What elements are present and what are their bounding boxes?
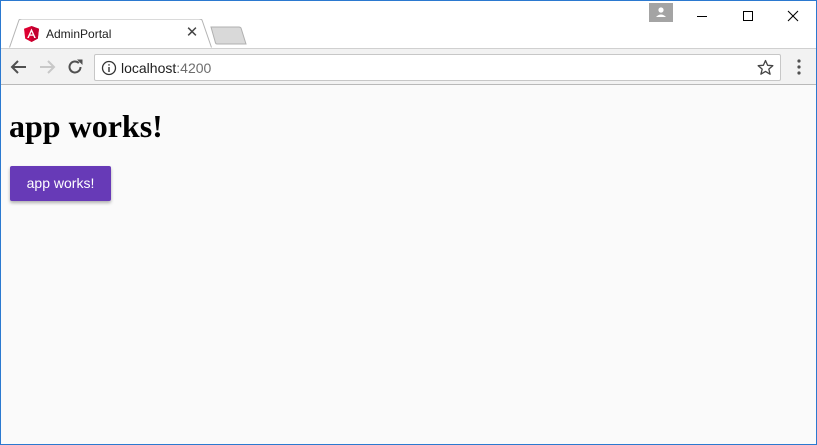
maximize-button[interactable] (725, 1, 771, 31)
url-text[interactable]: localhost:4200 (121, 60, 211, 76)
star-icon[interactable] (757, 59, 774, 76)
browser-window: AdminPortal ✕ localhost:4200 app works! … (0, 0, 817, 445)
tab-title: AdminPortal (46, 27, 112, 41)
tab-strip: AdminPortal ✕ (1, 1, 816, 49)
kebab-menu-icon[interactable] (791, 57, 807, 77)
url-port: :4200 (176, 60, 212, 76)
minimize-button[interactable] (679, 1, 725, 31)
browser-tab[interactable]: AdminPortal ✕ (9, 19, 215, 49)
close-window-button[interactable] (770, 1, 816, 31)
forward-arrow-icon[interactable] (37, 57, 57, 77)
app-works-button[interactable]: app works! (10, 166, 111, 201)
browser-toolbar: localhost:4200 (1, 48, 816, 85)
minimize-icon (697, 16, 707, 17)
page-content: app works! app works! (1, 86, 816, 444)
maximize-icon (743, 11, 753, 21)
url-host: localhost (121, 60, 177, 76)
address-bar[interactable]: localhost:4200 (94, 54, 781, 81)
angular-logo-icon (24, 26, 39, 42)
tab-close-icon[interactable]: ✕ (184, 25, 200, 41)
close-icon (787, 10, 799, 22)
back-arrow-icon[interactable] (9, 57, 29, 77)
new-tab-button[interactable] (209, 26, 249, 46)
info-icon[interactable] (101, 60, 117, 76)
person-icon (656, 7, 666, 17)
profile-button[interactable] (649, 3, 673, 22)
page-heading: app works! (9, 108, 163, 144)
reload-icon[interactable] (65, 57, 85, 77)
